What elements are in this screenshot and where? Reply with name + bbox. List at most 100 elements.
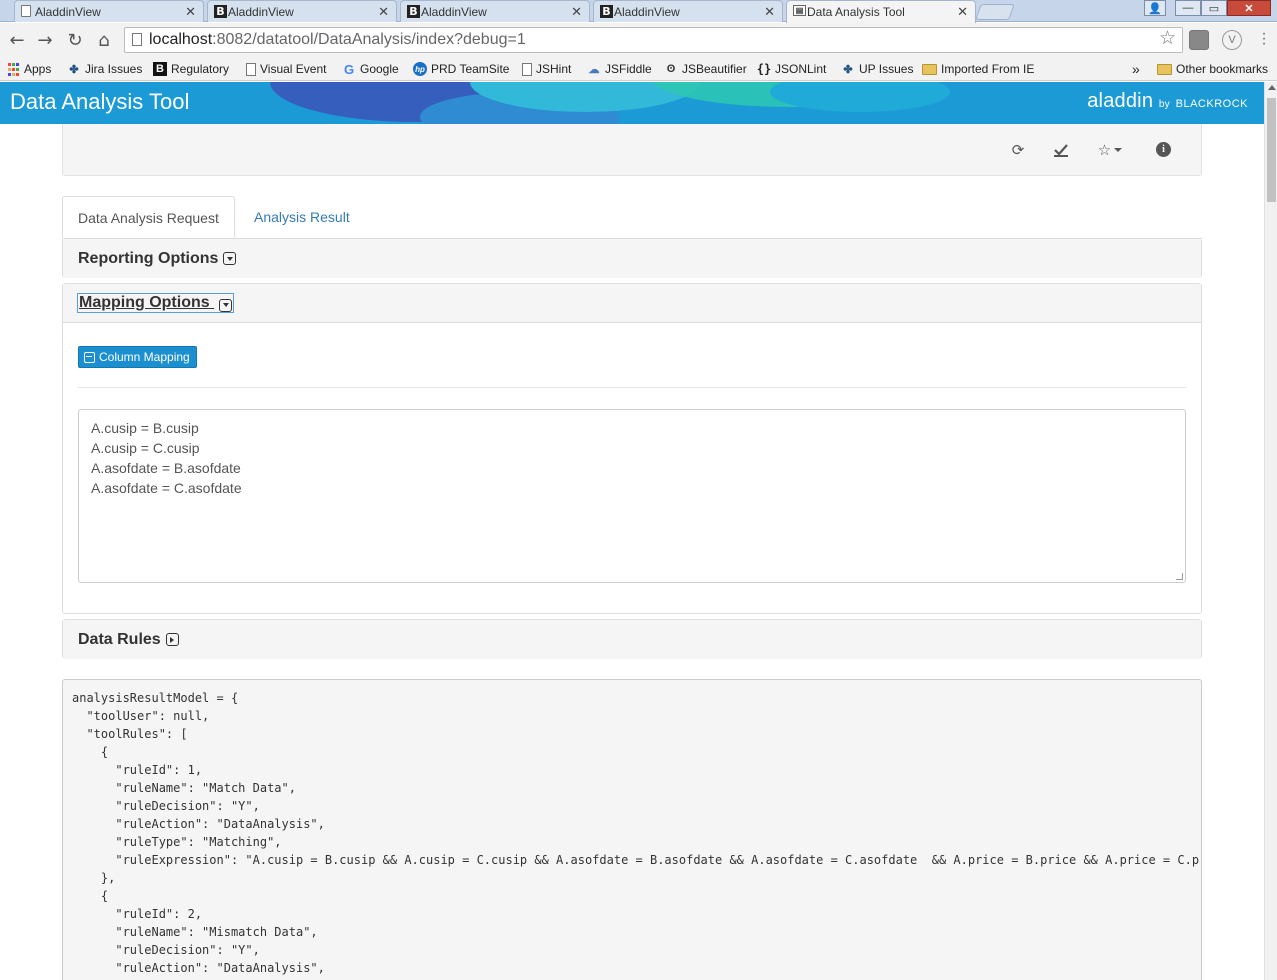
bookmark-apps[interactable]: Apps xyxy=(7,60,51,78)
panel-title-text: Mapping Options xyxy=(79,294,210,311)
check-download-svg xyxy=(1054,144,1068,157)
column-mapping-button[interactable]: Column Mapping xyxy=(78,346,197,368)
mapping-textarea[interactable]: A.cusip = B.cusip A.cusip = C.cusip A.as… xyxy=(78,409,1186,583)
browser-toolbar: ← → ↻ ⌂ localhost:8082/datatool/DataAnal… xyxy=(0,23,1277,57)
reporting-options-header[interactable]: Reporting Options xyxy=(63,239,1201,278)
info-icon[interactable]: i xyxy=(1156,142,1171,157)
scrollbar-thumb[interactable] xyxy=(1267,98,1276,202)
bookmark-visual-event[interactable]: Visual Event xyxy=(246,60,327,78)
browser-tab[interactable]: AladdinView ✕ xyxy=(14,0,204,22)
home-icon[interactable]: ⌂ xyxy=(93,29,115,51)
browser-tab-active[interactable]: ▤ Data Analysis Tool ✕ xyxy=(786,0,976,23)
browser-tab[interactable]: B AladdinView ✕ xyxy=(207,0,397,22)
jira-icon: ✤ xyxy=(69,63,79,76)
browser-tab-title: AladdinView xyxy=(35,4,101,19)
browser-tab-title: AladdinView xyxy=(228,4,294,19)
refresh-icon[interactable]: ⟳ xyxy=(1007,140,1029,160)
panel-title[interactable]: Mapping Options xyxy=(76,293,235,313)
blackrock-b-icon: B xyxy=(214,5,227,18)
collapse-toggle-icon xyxy=(219,298,233,312)
close-tab-icon[interactable]: ✕ xyxy=(957,4,968,20)
reload-icon[interactable]: ↻ xyxy=(64,29,86,51)
browser-tab-title: AladdinView xyxy=(421,4,487,19)
braces-icon: {} xyxy=(756,62,772,76)
expand-toggle-icon[interactable] xyxy=(165,633,179,646)
bookmarks-bar: Apps ✤ Jira Issues B Regulatory Visual E… xyxy=(0,57,1277,81)
page-icon xyxy=(21,5,31,17)
bookmarks-overflow-chevron[interactable]: » xyxy=(1132,60,1140,78)
scroll-up-arrow-icon[interactable] xyxy=(1268,85,1276,90)
close-tab-icon[interactable]: ✕ xyxy=(571,4,582,20)
star-icon: ☆ xyxy=(1097,141,1112,159)
mapping-options-header[interactable]: Mapping Options xyxy=(63,284,1201,323)
bookmark-prd-teamsite[interactable]: hp PRD TeamSite xyxy=(413,60,509,78)
url-path: :8082/datatool/DataAnalysis/index?debug=… xyxy=(212,31,526,48)
bookmark-label: Jira Issues xyxy=(85,62,143,76)
page-icon xyxy=(132,33,142,46)
header-decoration xyxy=(770,82,950,112)
app-header: Data Analysis Tool aladdin by BLACKROCK xyxy=(0,82,1264,124)
bookmark-folder-imported[interactable]: Imported From IE xyxy=(922,60,1034,78)
bookmark-label: JSBeautifier xyxy=(682,62,747,76)
main-tabs: Data Analysis Request Analysis Result xyxy=(62,196,1202,239)
expand-toggle-icon[interactable] xyxy=(223,252,237,265)
data-rules-panel: Data Rules xyxy=(62,619,1202,659)
forward-arrow-icon[interactable]: → xyxy=(34,29,56,51)
brand-name: aladdin xyxy=(1087,90,1154,112)
bookmark-label: Visual Event xyxy=(260,62,327,76)
google-g-icon: G xyxy=(343,61,355,77)
bookmark-jira[interactable]: ✤ Jira Issues xyxy=(67,60,142,78)
folder-icon xyxy=(1157,63,1172,75)
maximize-button[interactable]: ▭ xyxy=(1201,0,1227,16)
bookmark-google[interactable]: G Google xyxy=(342,60,399,78)
page-icon xyxy=(522,62,532,76)
browser-tab-title: Data Analysis Tool xyxy=(807,5,905,19)
window-close-button[interactable]: ✕ xyxy=(1227,0,1271,16)
minimize-button[interactable]: — xyxy=(1175,0,1201,16)
app-title[interactable]: Data Analysis Tool xyxy=(10,89,189,115)
bookmark-label: JSONLint xyxy=(775,62,827,76)
bookmark-regulatory[interactable]: B Regulatory xyxy=(153,60,229,78)
bookmark-jsfiddle[interactable]: ☁ JSFiddle xyxy=(587,60,652,78)
close-tab-icon[interactable]: ✕ xyxy=(378,4,389,20)
user-icon[interactable]: 👤 xyxy=(1144,0,1166,16)
bookmark-label: Regulatory xyxy=(171,62,230,76)
close-tab-icon[interactable]: ✕ xyxy=(185,4,196,20)
apps-grid-icon xyxy=(7,62,20,76)
browser-tab-strip: AladdinView ✕ B AladdinView ✕ B AladdinV… xyxy=(0,0,1277,23)
close-tab-icon[interactable]: ✕ xyxy=(764,4,775,20)
address-bar[interactable]: localhost:8082/datatool/DataAnalysis/ind… xyxy=(124,27,1183,53)
brand-by: by xyxy=(1158,99,1170,110)
bookmark-label: PRD TeamSite xyxy=(431,62,510,76)
new-tab-button[interactable] xyxy=(975,4,1015,20)
extension-v-icon[interactable]: V xyxy=(1222,30,1242,50)
resize-grip-icon[interactable] xyxy=(1176,573,1183,580)
jira-icon: ✤ xyxy=(843,63,853,76)
page-scrollbar[interactable] xyxy=(1264,82,1277,980)
bookmark-up-issues[interactable]: ✤ UP Issues xyxy=(841,60,913,78)
bookmark-label: Google xyxy=(360,62,399,76)
owl-icon: ʘ xyxy=(666,63,676,75)
bookmark-label: UP Issues xyxy=(859,62,914,76)
favorites-dropdown[interactable]: ☆ xyxy=(1093,140,1127,160)
extension-icon[interactable] xyxy=(1189,30,1209,50)
browser-tab[interactable]: B AladdinView ✕ xyxy=(400,0,590,22)
check-download-icon[interactable] xyxy=(1050,140,1072,160)
blackrock-b-icon: B xyxy=(600,5,613,18)
bookmark-star-icon[interactable]: ☆ xyxy=(1159,27,1176,51)
bookmark-folder-other[interactable]: Other bookmarks xyxy=(1157,60,1268,78)
back-arrow-icon[interactable]: ← xyxy=(6,29,28,51)
tab-analysis-result[interactable]: Analysis Result xyxy=(239,196,365,239)
bookmark-jshint[interactable]: JSHint xyxy=(522,60,571,78)
data-rules-header[interactable]: Data Rules xyxy=(63,620,1201,659)
browser-tab[interactable]: B AladdinView ✕ xyxy=(593,0,783,22)
bookmark-label: Apps xyxy=(24,62,52,76)
blackrock-b-icon: B xyxy=(153,62,167,76)
mapping-icon xyxy=(84,351,95,363)
bookmark-jsbeautifier[interactable]: ʘ JSBeautifier xyxy=(664,60,747,78)
page-icon xyxy=(246,62,256,76)
mapping-options-panel: Mapping Options Column Mapping A.cusip =… xyxy=(62,283,1202,614)
browser-menu-icon[interactable]: · · · xyxy=(1259,26,1269,52)
bookmark-jsonlint[interactable]: {} JSONLint xyxy=(756,60,827,78)
tab-data-analysis-request[interactable]: Data Analysis Request xyxy=(62,196,235,239)
